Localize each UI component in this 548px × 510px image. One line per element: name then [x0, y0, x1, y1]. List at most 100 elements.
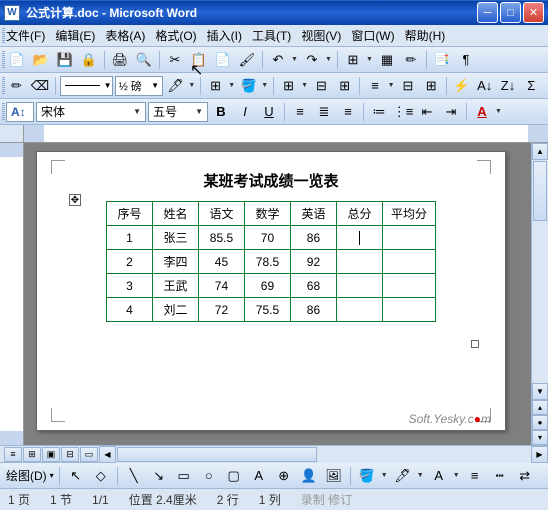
arrow-style-button[interactable]: ⇄ [514, 465, 536, 487]
oval-button[interactable]: ○ [198, 465, 220, 487]
font-color-draw-button[interactable]: A [428, 465, 450, 487]
cut-button[interactable]: ✂ [164, 49, 186, 71]
autoformat-button[interactable]: ⚡ [451, 75, 472, 97]
web-view-button[interactable]: ⊞ [23, 447, 41, 462]
document-page[interactable]: ✥ 某班考试成绩一览表 序号 姓名 语文 数学 英语 总分 平均分 1张三85.… [36, 151, 506, 431]
line-button[interactable]: ╲ [123, 465, 145, 487]
distribute-rows-button[interactable]: ⊟ [397, 75, 418, 97]
scroll-left-button[interactable]: ◀ [99, 446, 116, 463]
maximize-button[interactable]: □ [500, 2, 521, 23]
line-color-button[interactable]: 🖊 [392, 465, 414, 487]
arrow-button[interactable]: ↘ [148, 465, 170, 487]
line-style-select[interactable]: ▼ [60, 76, 113, 96]
header-name[interactable]: 姓名 [152, 202, 198, 226]
vertical-scrollbar[interactable]: ▲ ▼ ▴ ● ▾ [531, 143, 548, 445]
save-button[interactable]: 💾 [54, 49, 76, 71]
draw-table-button[interactable]: ✏ [6, 75, 27, 97]
menu-format[interactable]: 格式(O) [155, 27, 196, 44]
header-avg[interactable]: 平均分 [382, 202, 435, 226]
size-select[interactable]: 五号▼ [148, 102, 208, 122]
font-color-button[interactable]: A [471, 101, 493, 123]
picture-button[interactable]: 🖼 [323, 465, 345, 487]
line-style-button[interactable]: ≡ [464, 465, 486, 487]
new-doc-button[interactable]: 📄 [6, 49, 28, 71]
align-button[interactable]: ≡ [364, 75, 385, 97]
clipart-button[interactable]: 👤 [298, 465, 320, 487]
increase-indent-button[interactable]: ⇥ [440, 101, 462, 123]
style-select[interactable]: A↕ [6, 102, 34, 122]
menu-view[interactable]: 视图(V) [301, 27, 341, 44]
normal-view-button[interactable]: ≡ [4, 447, 22, 462]
menu-tools[interactable]: 工具(T) [252, 27, 291, 44]
menu-window[interactable]: 窗口(W) [351, 27, 394, 44]
sort-asc-button[interactable]: A↓ [474, 75, 495, 97]
align-center-button[interactable]: ≣ [313, 101, 335, 123]
header-english[interactable]: 英语 [290, 202, 336, 226]
table-resize-handle[interactable] [471, 340, 479, 348]
menu-help[interactable]: 帮助(H) [405, 27, 446, 44]
grades-table[interactable]: 序号 姓名 语文 数学 英语 总分 平均分 1张三85.57086 2李四457… [106, 201, 436, 322]
table-button[interactable]: ⊞ [342, 49, 364, 71]
textbox-button[interactable]: ▢ [223, 465, 245, 487]
distribute-cols-button[interactable]: ⊞ [421, 75, 442, 97]
open-button[interactable]: 📂 [30, 49, 52, 71]
document-title[interactable]: 某班考试成绩一览表 [65, 170, 477, 191]
scroll-down-button[interactable]: ▼ [532, 383, 548, 400]
select-objects-button[interactable]: ↖ [65, 465, 87, 487]
menu-table[interactable]: 表格(A) [105, 27, 145, 44]
menu-insert[interactable]: 插入(I) [207, 27, 242, 44]
prev-page-button[interactable]: ▴ [532, 400, 548, 415]
numbering-button[interactable]: ≔ [368, 101, 390, 123]
underline-button[interactable]: U [258, 101, 280, 123]
print-view-button[interactable]: ▣ [42, 447, 60, 462]
header-num[interactable]: 序号 [106, 202, 152, 226]
bullets-button[interactable]: ⋮≡ [392, 101, 414, 123]
horizontal-ruler[interactable] [0, 125, 548, 143]
menu-file[interactable]: 文件(F) [6, 27, 45, 44]
show-marks-button[interactable]: ¶ [455, 49, 477, 71]
doc-map-button[interactable]: 📑 [431, 49, 453, 71]
next-page-button[interactable]: ▾ [532, 430, 548, 445]
header-math[interactable]: 数学 [244, 202, 290, 226]
wordart-button[interactable]: A [248, 465, 270, 487]
shading-button[interactable]: 🪣 [238, 75, 259, 97]
horizontal-scrollbar[interactable]: ◀ ▶ [99, 446, 548, 463]
sort-desc-button[interactable]: Z↓ [497, 75, 518, 97]
align-right-button[interactable]: ≡ [337, 101, 359, 123]
draw-menu[interactable]: 绘图(D) [6, 467, 47, 484]
menu-edit[interactable]: 编辑(E) [55, 27, 95, 44]
insert-table-button[interactable]: ⊞ [278, 75, 299, 97]
hscroll-thumb[interactable] [117, 447, 317, 462]
autosum-button[interactable]: Σ [521, 75, 542, 97]
bold-button[interactable]: B [210, 101, 232, 123]
undo-button[interactable]: ↶ [267, 49, 289, 71]
table-move-handle[interactable]: ✥ [69, 194, 81, 206]
cursor-cell[interactable] [336, 226, 382, 250]
redo-button[interactable]: ↷ [301, 49, 323, 71]
eraser-button[interactable]: ⌫ [29, 75, 50, 97]
border-color-button[interactable]: 🖊 [165, 75, 186, 97]
reading-view-button[interactable]: ▭ [80, 447, 98, 462]
print-button[interactable]: 🖨 [109, 49, 131, 71]
merge-cells-button[interactable]: ⊟ [311, 75, 332, 97]
vertical-ruler[interactable] [0, 143, 24, 445]
split-cells-button[interactable]: ⊞ [334, 75, 355, 97]
outline-view-button[interactable]: ⊟ [61, 447, 79, 462]
decrease-indent-button[interactable]: ⇤ [416, 101, 438, 123]
columns-button[interactable]: ▦ [376, 49, 398, 71]
align-left-button[interactable]: ≡ [289, 101, 311, 123]
drawing-button[interactable]: ✏ [400, 49, 422, 71]
format-painter-button[interactable]: 🖌 [236, 49, 258, 71]
close-button[interactable]: ✕ [523, 2, 544, 23]
rectangle-button[interactable]: ▭ [173, 465, 195, 487]
fill-color-button[interactable]: 🪣 [356, 465, 378, 487]
minimize-button[interactable]: ─ [477, 2, 498, 23]
scroll-right-button[interactable]: ▶ [531, 446, 548, 463]
scroll-up-button[interactable]: ▲ [532, 143, 548, 160]
header-chinese[interactable]: 语文 [198, 202, 244, 226]
italic-button[interactable]: I [234, 101, 256, 123]
autoshapes-button[interactable]: ◇ [90, 465, 112, 487]
header-total[interactable]: 总分 [336, 202, 382, 226]
copy-button[interactable]: 📋 [188, 49, 210, 71]
permission-button[interactable]: 🔒 [78, 49, 100, 71]
